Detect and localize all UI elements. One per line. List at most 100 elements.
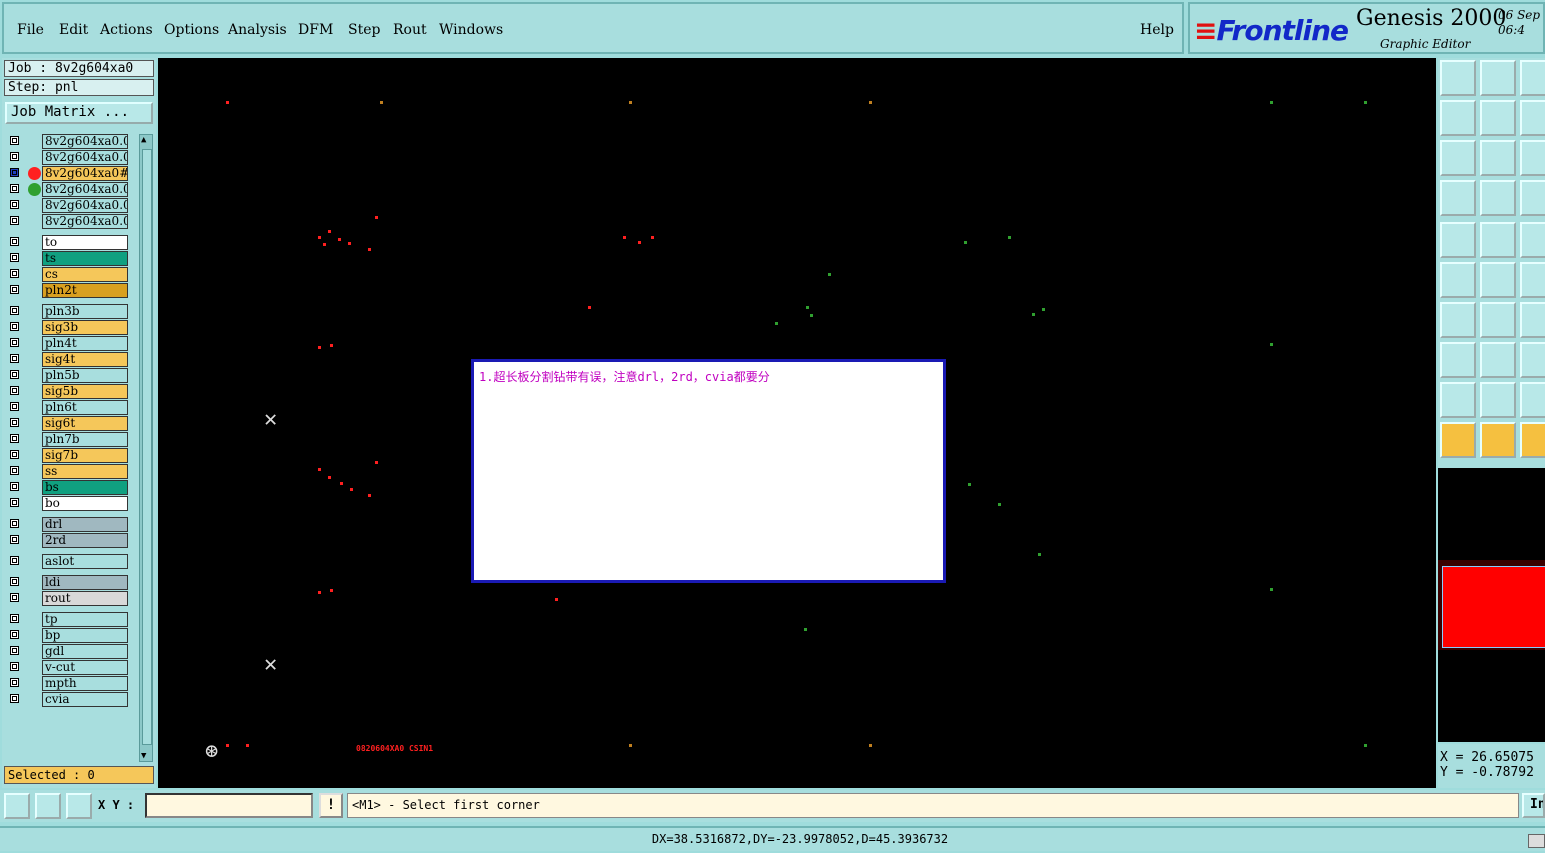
layer-checkbox[interactable] [10,694,19,703]
mini-map[interactable] [1438,560,1545,650]
menu-rout[interactable]: Rout [393,22,427,38]
home-icon[interactable] [1520,60,1545,96]
layer-name[interactable]: tp [42,612,128,627]
layer-row[interactable]: ldi [6,575,128,590]
line-icon[interactable] [1520,262,1545,298]
layer-row[interactable]: sig4t [6,352,128,367]
layer-name[interactable]: sig7b [42,448,128,463]
arc-icon[interactable] [1520,302,1545,338]
arc2-icon[interactable] [1520,382,1545,418]
layer-name[interactable]: pln5b [42,368,128,383]
layer-row[interactable]: sig7b [6,448,128,463]
outline-icon[interactable] [1480,222,1516,258]
keyboard-icon[interactable] [1528,834,1545,848]
layer-checkbox[interactable] [10,216,19,225]
layer-row[interactable]: gdl [6,644,128,659]
layer-row[interactable]: pln2t [6,283,128,298]
layer-row[interactable]: mpth [6,676,128,691]
layer-name[interactable]: mpth [42,676,128,691]
layer-snap-icon[interactable] [1520,180,1545,216]
layer-name[interactable]: v-cut [42,660,128,675]
layer-row[interactable]: sig6t [6,416,128,431]
scroll-down-icon[interactable]: ▼ [141,751,146,761]
layer-name[interactable]: 8v2g604xa0.0 [42,198,128,213]
layer-row[interactable]: pln5b [6,368,128,383]
layer-name[interactable]: cs [42,267,128,282]
slash-icon[interactable] [1480,302,1516,338]
layer-checkbox[interactable] [10,466,19,475]
layer-checkbox[interactable] [10,152,19,161]
layer-name[interactable]: 8v2g604xa0.0 [42,134,128,149]
menu-step[interactable]: Step [348,22,380,38]
pan-left-icon[interactable] [1440,100,1476,136]
undo-view-icon[interactable] [1520,100,1545,136]
zoom-home-icon[interactable] [1440,60,1476,96]
layer-checkbox[interactable] [10,136,19,145]
cross-icon[interactable] [1480,262,1516,298]
layer-name[interactable]: 8v2g604xa0# [42,166,128,181]
scroll-up-icon[interactable]: ▲ [141,135,146,145]
menu-dfm[interactable]: DFM [298,22,333,38]
layer-name[interactable]: pln6t [42,400,128,415]
layer-row[interactable]: tp [6,612,128,627]
layer-row[interactable]: v-cut [6,660,128,675]
layer-checkbox[interactable] [10,535,19,544]
layer-checkbox[interactable] [10,322,19,331]
layer-checkbox[interactable] [10,306,19,315]
layer-name[interactable]: sig4t [42,352,128,367]
layer-row[interactable]: 8v2g604xa0# [6,166,128,181]
layer-name[interactable]: pln2t [42,283,128,298]
layer-checkbox[interactable] [10,418,19,427]
select-icon[interactable] [1440,422,1476,458]
menu-options[interactable]: Options [164,22,219,38]
layer-checkbox[interactable] [10,498,19,507]
scroll-thumb[interactable] [142,149,152,745]
layer-checkbox[interactable] [10,630,19,639]
pan-right-icon[interactable] [1480,100,1516,136]
layer-checkbox[interactable] [10,646,19,655]
ruler-icon[interactable] [1520,222,1545,258]
layer-row[interactable]: to [6,235,128,250]
layer-name[interactable]: pln3b [42,304,128,319]
layer-checkbox[interactable] [10,184,19,193]
layer-row[interactable]: sig5b [6,384,128,399]
right-command-button[interactable]: In [1522,793,1545,818]
layer-name[interactable]: sig6t [42,416,128,431]
layer-checkbox[interactable] [10,338,19,347]
move-icon[interactable] [1520,342,1545,378]
layer-name[interactable]: ldi [42,575,128,590]
layer-checkbox[interactable] [10,285,19,294]
layer-row[interactable]: sig3b [6,320,128,335]
select-poly-icon[interactable] [1520,422,1545,458]
layer-name[interactable]: bp [42,628,128,643]
layer-name[interactable]: 8v2g604xa0.0 [42,182,128,197]
zoom-out-icon[interactable] [1480,60,1516,96]
layer-name[interactable]: aslot [42,554,128,569]
layer-row[interactable]: 8v2g604xa0.0 [6,150,128,165]
fit-icon[interactable] [1440,140,1476,176]
xy-input[interactable] [145,793,313,818]
layer-checkbox[interactable] [10,237,19,246]
layer-checkbox[interactable] [10,482,19,491]
layer-row[interactable]: 2rd [6,533,128,548]
layer-checkbox[interactable] [10,662,19,671]
layer-checkbox[interactable] [10,269,19,278]
layer-name[interactable]: bo [42,496,128,511]
layer-row[interactable]: aslot [6,554,128,569]
snap-angle-icon[interactable] [35,793,61,819]
layer-name[interactable]: sig5b [42,384,128,399]
layer-checkbox[interactable] [10,614,19,623]
fill-icon[interactable] [1440,222,1476,258]
layer-name[interactable]: ts [42,251,128,266]
menu-help[interactable]: Help [1140,22,1174,38]
layer-row[interactable]: 8v2g604xa0.0 [6,134,128,149]
layer-checkbox[interactable] [10,253,19,262]
select-box-icon[interactable] [1480,422,1516,458]
layer-row[interactable]: 8v2g604xa0.0 [6,182,128,197]
grid-icon[interactable] [66,793,92,819]
layer-row[interactable]: cs [6,267,128,282]
layer-checkbox[interactable] [10,450,19,459]
layer-row[interactable]: pln4t [6,336,128,351]
layer-name[interactable]: ss [42,464,128,479]
layer-checkbox[interactable] [10,678,19,687]
